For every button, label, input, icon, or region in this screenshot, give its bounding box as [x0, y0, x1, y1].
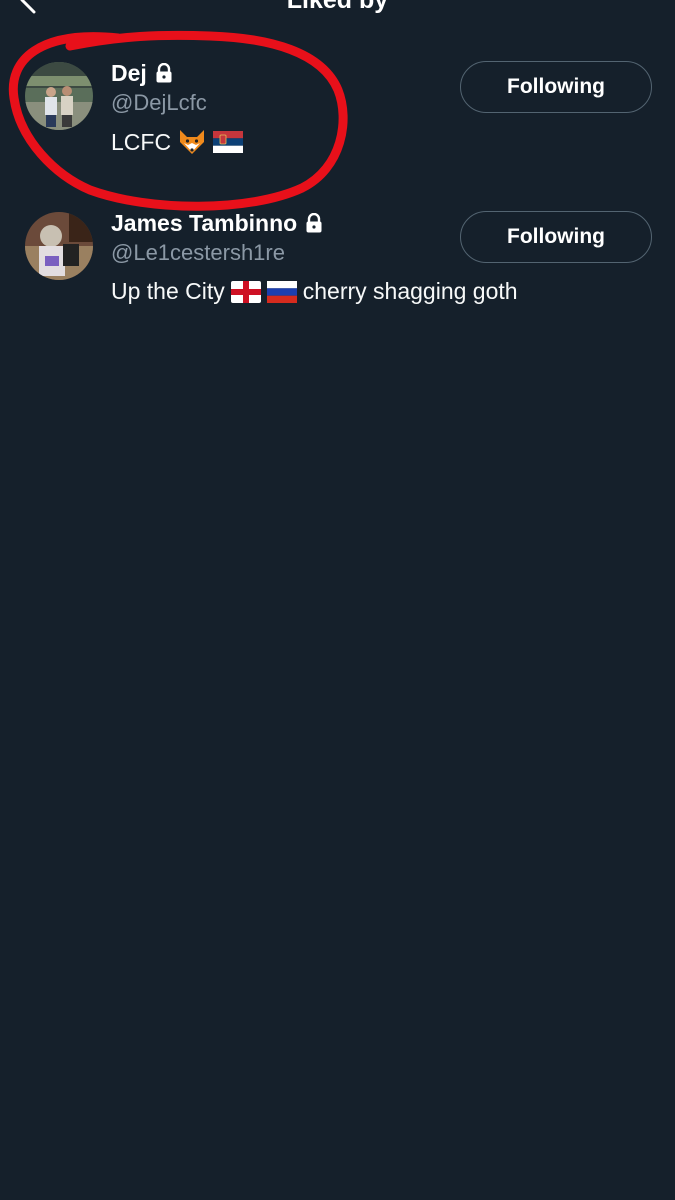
user-handle: @DejLcfc	[111, 90, 207, 115]
avatar-photo	[25, 62, 93, 130]
display-name-line: Dej	[111, 58, 173, 88]
bio-text: LCFC	[111, 128, 172, 155]
user-handle: @Le1cestersh1re	[111, 240, 285, 265]
russia-flag-emoji	[266, 280, 297, 303]
bio-text: Up the City	[111, 278, 225, 304]
user-row[interactable]: Dej @DejLcfc LCFC Following	[0, 48, 675, 188]
serbia-flag-emoji	[213, 131, 244, 153]
following-button[interactable]: Following	[460, 211, 652, 263]
liked-by-screen: Liked by Dej @DejLcfc LCFC Following Jam…	[0, 0, 675, 1200]
fox-emoji	[180, 130, 205, 154]
lock-icon	[306, 213, 322, 233]
display-name[interactable]: Dej	[111, 60, 147, 87]
display-name[interactable]: James Tambinno	[111, 210, 297, 237]
header: Liked by	[0, 0, 675, 30]
avatar[interactable]	[25, 62, 93, 130]
bio-text: cherry shagging goth	[302, 278, 518, 304]
following-button[interactable]: Following	[460, 61, 652, 113]
avatar[interactable]	[25, 212, 93, 280]
user-bio: LCFC	[111, 128, 244, 156]
lock-icon	[156, 63, 172, 83]
page-title: Liked by	[286, 0, 389, 14]
display-name-line: James Tambinno	[111, 208, 323, 238]
avatar-photo	[25, 212, 93, 280]
england-flag-emoji	[230, 280, 261, 303]
user-row[interactable]: James Tambinno @Le1cestersh1re Up the Ci…	[0, 198, 675, 338]
user-bio: Up the City cherry shagging goth	[111, 278, 518, 305]
